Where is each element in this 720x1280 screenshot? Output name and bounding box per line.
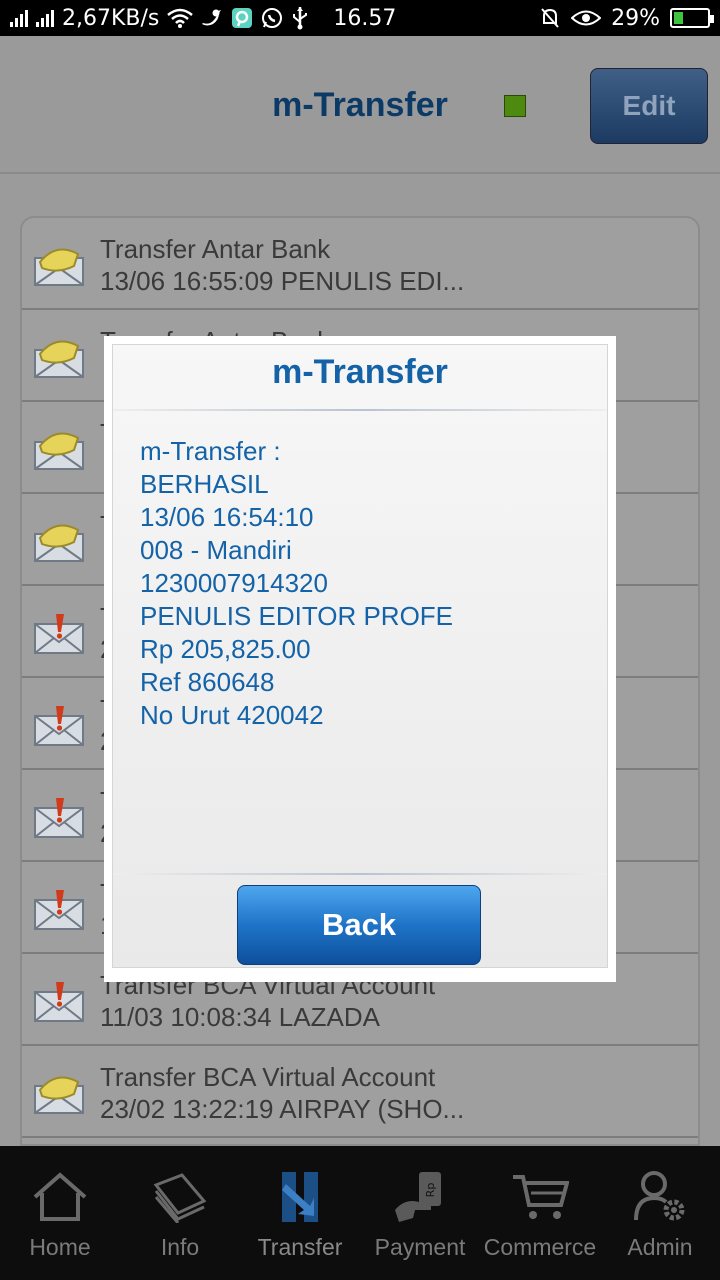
status-bar: 2,67KB/s 16.57 29% bbox=[0, 0, 720, 36]
nav-label: Commerce bbox=[483, 1234, 597, 1260]
home-icon bbox=[30, 1168, 90, 1226]
network-speed: 2,67KB/s bbox=[62, 5, 160, 31]
clock: 16.57 bbox=[333, 5, 397, 31]
bank-name: 008 - Mandiri bbox=[140, 535, 292, 565]
nav-label: Payment bbox=[374, 1234, 466, 1260]
nav-label: Home bbox=[29, 1234, 91, 1260]
account-number: 1230007914320 bbox=[140, 568, 328, 598]
read-envelope-icon bbox=[34, 1072, 84, 1114]
nav-payment[interactable]: Rp Payment bbox=[360, 1146, 480, 1280]
nav-label: Admin bbox=[627, 1234, 693, 1260]
read-envelope-icon bbox=[34, 428, 84, 470]
info-book-icon bbox=[150, 1168, 210, 1226]
back-button[interactable]: Back bbox=[237, 885, 481, 965]
nav-commerce[interactable]: Commerce bbox=[480, 1146, 600, 1280]
list-item-title: Transfer BCA Virtual Account bbox=[100, 1062, 436, 1092]
signal-icon-2 bbox=[36, 9, 54, 27]
transfer-datetime: 13/06 16:54:10 bbox=[140, 502, 314, 532]
transfer-icon bbox=[270, 1168, 330, 1226]
list-item-title: Transfer Antar Bank bbox=[100, 234, 331, 264]
list-item-subtitle: 11/03 10:08:34 LAZADA bbox=[100, 1002, 380, 1032]
usb-icon bbox=[291, 6, 309, 30]
battery-icon bbox=[670, 8, 714, 28]
wifi-icon bbox=[167, 8, 194, 28]
recipient-name: PENULIS EDITOR PROFE bbox=[140, 601, 454, 631]
nav-transfer[interactable]: Transfer bbox=[240, 1146, 360, 1280]
read-envelope-icon bbox=[34, 244, 84, 286]
amount: Rp 205,825.00 bbox=[140, 634, 311, 664]
whatsapp-icon bbox=[261, 7, 283, 29]
list-item[interactable]: Transfer BCA Virtual Account 23/02 13:22:… bbox=[22, 1046, 698, 1138]
app-header: m-Transfer Edit bbox=[0, 36, 720, 174]
nav-home[interactable]: Home bbox=[0, 1146, 120, 1280]
alert-envelope-icon bbox=[34, 704, 84, 746]
divider bbox=[113, 873, 607, 875]
list-item-subtitle: 13/06 16:55:09 PENULIS EDI... bbox=[100, 266, 465, 296]
alert-envelope-icon bbox=[34, 888, 84, 930]
alert-envelope-icon bbox=[34, 612, 84, 654]
list-item-subtitle: 23/02 13:22:19 AIRPAY (SHO... bbox=[100, 1094, 465, 1124]
svg-text:Rp: Rp bbox=[424, 1183, 437, 1198]
reference-number: Ref 860648 bbox=[140, 667, 275, 697]
dialog-content: m-Transfer m-Transfer : BERHASIL 13/06 1… bbox=[112, 344, 608, 968]
bottom-navigation: Home Info Transfer Rp Payment Commerce A… bbox=[0, 1146, 720, 1280]
cart-icon bbox=[510, 1168, 570, 1226]
divider bbox=[113, 409, 607, 411]
eye-icon bbox=[571, 8, 602, 28]
status-indicator bbox=[504, 95, 526, 117]
alert-envelope-icon bbox=[34, 796, 84, 838]
mute-bell-icon bbox=[539, 7, 561, 29]
list-item[interactable]: Transfer Antar Bank 13/06 16:55:09 PENULI… bbox=[22, 218, 698, 310]
nav-info[interactable]: Info bbox=[120, 1146, 240, 1280]
read-envelope-icon bbox=[34, 520, 84, 562]
dialog-message: m-Transfer : BERHASIL 13/06 16:54:10 008… bbox=[140, 435, 453, 732]
battery-percent: 29% bbox=[611, 5, 660, 31]
transfer-result-dialog: m-Transfer m-Transfer : BERHASIL 13/06 1… bbox=[104, 336, 616, 982]
twitter-icon bbox=[201, 8, 223, 28]
sequence-number: No Urut 420042 bbox=[140, 700, 324, 730]
nav-label: Info bbox=[160, 1234, 200, 1260]
admin-gear-icon bbox=[630, 1168, 690, 1226]
payment-icon: Rp bbox=[390, 1168, 450, 1226]
read-envelope-icon bbox=[34, 336, 84, 378]
app-notification-icon bbox=[231, 7, 253, 29]
message-line: m-Transfer : bbox=[140, 436, 281, 466]
alert-envelope-icon bbox=[34, 980, 84, 1022]
nav-label: Transfer bbox=[257, 1234, 343, 1260]
dialog-title: m-Transfer bbox=[272, 353, 448, 391]
transfer-status: BERHASIL bbox=[140, 469, 269, 499]
edit-button[interactable]: Edit bbox=[590, 68, 708, 144]
signal-icon bbox=[10, 9, 28, 27]
nav-admin[interactable]: Admin bbox=[600, 1146, 720, 1280]
